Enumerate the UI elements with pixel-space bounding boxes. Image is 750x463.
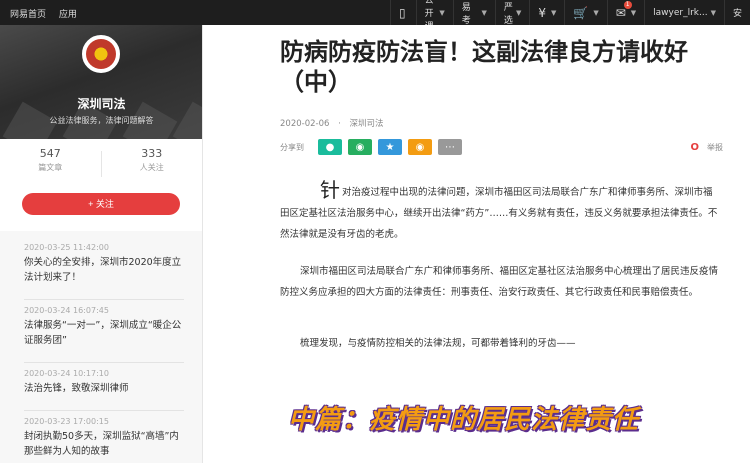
list-item[interactable]: 2020-03-24 10:17:10 法治先锋，致敬深圳律师: [24, 363, 184, 411]
security-link[interactable]: 安: [723, 0, 750, 25]
chevron-down-icon: ▼: [630, 8, 637, 17]
stat-articles[interactable]: 547 篇文章: [0, 139, 101, 189]
author-sidebar: 深圳司法 公益法律服务，法律问题解答 547 篇文章 333 人关注 + 关注 …: [0, 25, 203, 463]
stat-followers[interactable]: 333 人关注: [102, 139, 203, 189]
yen-icon: ¥: [538, 5, 546, 20]
cart-icon: 🛒: [573, 5, 589, 20]
phone-icon: ▯: [399, 5, 406, 20]
article-date: 2020-02-06: [280, 119, 330, 129]
list-item[interactable]: 2020-03-23 17:00:15 封闭执勤50多天，深圳监狱“高墙”内那些…: [24, 411, 184, 463]
chevron-down-icon: ▼: [481, 8, 487, 17]
follow-button[interactable]: + 关注: [22, 193, 180, 215]
top-nav-right: ▯ 公开课▼ 网易考拉▼ 严选▼ ¥▼ 🛒▼ ✉1▼ lawyer_lrk...…: [390, 0, 750, 39]
netease-home-link[interactable]: 网易首页: [10, 10, 46, 20]
share-more-icon[interactable]: ⋯: [438, 139, 462, 155]
share-wechat-icon[interactable]: ◉: [348, 139, 372, 155]
author-subtitle: 公益法律服务，法律问题解答: [49, 116, 154, 125]
section-banner: 中篇：疫情中的居民法律责任: [288, 405, 640, 435]
mail-menu[interactable]: ✉ 1 ▼: [606, 0, 644, 25]
phone-menu[interactable]: ▯: [390, 0, 416, 25]
avatar[interactable]: [82, 35, 120, 73]
article-paragraph-2: 深圳市福田区司法局联合广东广和律师事务所、福田区定基社区法治服务中心梳理出了居民…: [280, 266, 719, 298]
share-weibo-icon[interactable]: ◉: [408, 139, 432, 155]
share-bar: 分享到 ● ◉ ★ ◉ ⋯ O 举报: [280, 139, 723, 155]
share-qzone-icon[interactable]: ★: [378, 139, 402, 155]
report-icon: O: [690, 141, 699, 153]
article-list: 2020-03-25 11:42:00 你关心的全安排，深圳市2020年度立法计…: [0, 231, 202, 463]
user-menu[interactable]: lawyer_lrk... ▼: [644, 0, 724, 25]
emblem-icon: [86, 39, 116, 69]
chevron-down-icon: ▼: [710, 8, 716, 17]
payment-menu[interactable]: ¥ ▼: [529, 0, 564, 25]
mail-icon: ✉: [615, 5, 626, 20]
top-nav-bar: 网易首页 应用 ▯ 公开课▼ 网易考拉▼ 严选▼ ¥▼ 🛒▼ ✉1▼ lawye…: [0, 0, 750, 39]
mail-badge: 1: [623, 1, 632, 9]
open-course-menu[interactable]: 公开课▼: [415, 0, 453, 32]
cart-menu[interactable]: 🛒 ▼: [564, 0, 606, 25]
chevron-down-icon: ▼: [593, 8, 599, 17]
chevron-down-icon: ▼: [439, 8, 445, 17]
share-label: 分享到: [280, 142, 304, 152]
article-paragraph-1: 针对治疫过程中出现的法律问题，深圳市福田区司法局联合广东广和律师事务所、深圳市福…: [280, 178, 718, 241]
author-name[interactable]: 深圳司法: [0, 95, 202, 112]
chevron-down-icon: ▼: [550, 8, 557, 17]
chevron-down-icon: ▼: [515, 8, 522, 17]
yanxuan-menu[interactable]: 严选 ▼: [494, 0, 529, 26]
article-paragraph-3: 梳理发现，与疫情防控相关的法律法规，可都带着锋利的牙齿——: [300, 338, 576, 349]
apps-link[interactable]: 应用: [59, 10, 77, 20]
article-main: 防病防疫防法盲！这副法律良方请收好（中） 2020-02-06 · 深圳司法 分…: [203, 25, 750, 463]
author-banner: 深圳司法 公益法律服务，法律问题解答: [0, 25, 202, 139]
page-title: 防病防疫防法盲！这副法律良方请收好（中）: [280, 38, 688, 96]
kaola-menu[interactable]: 网易考拉▼: [452, 0, 495, 39]
share-yixin-icon[interactable]: ●: [318, 139, 342, 155]
list-item[interactable]: 2020-03-24 16:07:45 法律服务“一对一”，深圳成立“暖企公证服…: [24, 300, 184, 363]
article-meta: 2020-02-06 · 深圳司法: [280, 119, 384, 129]
report-link[interactable]: O 举报: [690, 142, 723, 153]
list-item[interactable]: 2020-03-25 11:42:00 你关心的全安排，深圳市2020年度立法计…: [24, 237, 184, 300]
top-nav-left: 网易首页 应用: [10, 7, 87, 20]
dropcap: 针: [320, 178, 340, 202]
article-source[interactable]: 深圳司法: [350, 119, 384, 129]
author-stats: 547 篇文章 333 人关注: [0, 139, 202, 189]
